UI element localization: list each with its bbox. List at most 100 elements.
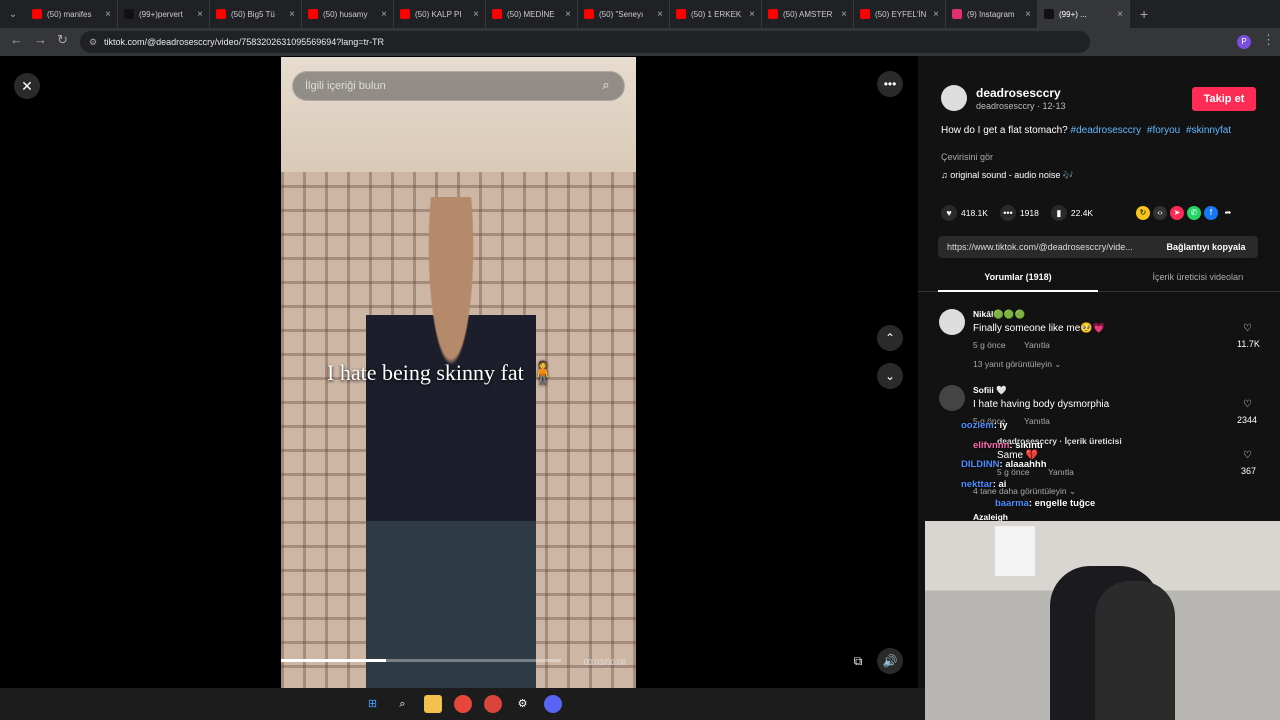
new-tab-icon[interactable]: + [1140,6,1148,22]
close-tab-icon[interactable]: × [841,9,847,20]
chat-line: nekttar: ai [961,479,1006,490]
browser-tab[interactable]: (50) Big5 Tü × [210,0,302,28]
tab-label: (50) husamy [323,9,368,19]
chat-message: : engelle tuğce [1028,498,1096,509]
volume-icon[interactable]: 🔊 [877,648,903,674]
menu-icon[interactable]: ⋮ [1262,32,1275,48]
close-tab-icon[interactable]: × [289,9,295,20]
browser-tab[interactable]: (50) "Seneyı × [578,0,670,28]
close-tab-icon[interactable]: × [933,9,939,20]
more-options-icon[interactable]: ••• [877,71,903,97]
discord-icon[interactable] [543,695,562,713]
hashtag-link[interactable]: #skinnyfat [1186,125,1231,136]
close-tab-icon[interactable]: × [1117,9,1123,20]
repost-icon[interactable]: ↻ [1136,206,1150,220]
likes-count: 418.1K [961,208,988,218]
reply-button[interactable]: Yanıtla [1048,467,1074,477]
heart-icon[interactable]: ♡ [1243,399,1252,410]
tab-favicon-icon [584,9,594,19]
reply-button[interactable]: Yanıtla [1024,416,1050,426]
share-arrow-icon[interactable]: ➦ [1221,206,1235,220]
reload-icon[interactable]: ↻ [57,32,68,48]
comment-icon[interactable]: ••• [999,205,1016,221]
close-tab-icon[interactable]: × [197,9,203,20]
creator-handle-date: deadrosesccry · 12-13 [976,101,1066,111]
url-field[interactable]: ⚙ tiktok.com/@deadrosesccry/video/758320… [80,31,1090,53]
send-icon[interactable]: ➤ [1170,206,1184,220]
back-icon[interactable]: ← [10,32,23,47]
comment-user[interactable]: Nikâl🟢🟢🟢 [973,309,1025,320]
follow-button[interactable]: Takip et [1192,87,1256,111]
chrome-icon[interactable] [483,695,502,713]
browser-tab[interactable]: (99+) ... × [1038,0,1130,28]
embed-icon[interactable]: ‹› [1153,206,1167,220]
related-search-input[interactable]: İlgili içeriği bulun ⌕ [292,71,625,101]
avatar[interactable] [939,309,965,335]
heart-icon[interactable]: ♡ [1243,323,1252,334]
tab-search-icon[interactable]: ⌄ [0,9,26,20]
avatar[interactable] [941,85,967,111]
whatsapp-icon[interactable]: ✆ [1187,206,1201,220]
windows-start-icon[interactable]: ⊞ [364,695,382,713]
hashtag-link[interactable]: #foryou [1147,125,1180,136]
browser-tab[interactable]: (50) EYFEL'İN × [854,0,946,28]
video-player[interactable]: İlgili içeriği bulun ⌕ I hate being skin… [281,57,636,688]
profile-avatar-icon[interactable]: P [1237,35,1251,49]
settings-icon[interactable]: ⚙ [514,695,532,713]
tab-favicon-icon [860,9,870,19]
search-icon[interactable]: ⌕ [596,77,616,97]
tab-label: (99+)pervert [139,9,183,19]
tab-comments[interactable]: Yorumlar (1918) [938,272,1098,292]
sound-link[interactable]: ♫ original sound - audio noise 🎶 [941,170,1074,181]
close-tab-icon[interactable]: × [105,9,111,20]
tab-label: (50) KALP PI [415,9,462,19]
close-tab-icon[interactable]: × [657,9,663,20]
chevron-down-icon[interactable]: ⌄ [877,363,903,389]
chevron-up-icon[interactable]: ⌃ [877,325,903,351]
view-replies-link[interactable]: 13 yanıt görüntüleyin ⌄ [973,359,1061,370]
browser-tab[interactable]: (99+)pervert × [118,0,210,28]
close-tab-icon[interactable]: × [473,9,479,20]
copy-link-button[interactable]: Bağlantıyı kopyala [1154,236,1258,258]
translate-link[interactable]: Çevirisini gör [941,152,993,162]
facebook-icon[interactable]: f [1204,206,1218,220]
creator-username[interactable]: deadrosesccry [976,86,1061,100]
hashtag-link[interactable]: #deadrosesccry [1071,125,1142,136]
video-progress[interactable] [281,659,561,662]
tab-favicon-icon [124,9,134,19]
forward-icon[interactable]: → [34,32,47,47]
close-tab-icon[interactable]: × [749,9,755,20]
reply-button[interactable]: Yanıtla [1024,340,1050,350]
close-icon[interactable]: ✕ [14,73,40,99]
streamer [1095,581,1175,720]
comment-text: Finally someone like me🥺💗 [973,323,1106,334]
browser-tab[interactable]: (50) 1 ERKEK × [670,0,762,28]
close-tab-icon[interactable]: × [565,9,571,20]
tab-favicon-icon [768,9,778,19]
chat-message: : alaaahhh [999,459,1047,470]
floating-player-icon[interactable]: ⧉ [845,648,871,674]
chat-name: baarma [995,498,1029,509]
tab-label: (9) Instagram [967,9,1015,19]
file-explorer-icon[interactable] [423,695,442,713]
chrome-icon[interactable] [453,695,472,713]
search-icon[interactable]: ⌕ [394,695,412,713]
browser-tab[interactable]: (50) KALP PI × [394,0,486,28]
browser-tab[interactable]: (50) AMSTER × [762,0,854,28]
tab-creator-videos[interactable]: İçerik üreticisi videoları [1118,272,1278,282]
browser-tab[interactable]: (50) husamy × [302,0,394,28]
bookmark-icon[interactable]: ▮ [1050,205,1067,221]
tab-label: (50) EYFEL'İN [875,9,927,19]
browser-tab[interactable]: (50) MEDİNE × [486,0,578,28]
site-info-icon[interactable]: ⚙ [89,37,97,48]
tab-favicon-icon [952,9,962,19]
browser-tab[interactable]: (50) manifes × [26,0,118,28]
webcam-feed [925,521,1280,720]
heart-icon[interactable]: ♡ [1243,450,1252,461]
close-tab-icon[interactable]: × [1025,9,1031,20]
avatar[interactable] [939,385,965,411]
heart-icon[interactable]: ♥ [941,205,957,221]
close-tab-icon[interactable]: × [381,9,387,20]
browser-tab[interactable]: (9) Instagram × [946,0,1038,28]
comment-user[interactable]: Sofiii 🤍 [973,385,1007,396]
